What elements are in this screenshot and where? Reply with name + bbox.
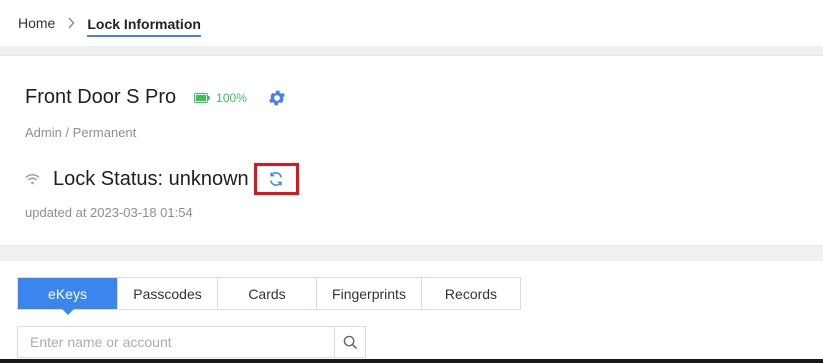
battery-icon: [194, 92, 210, 103]
battery-level: 100%: [216, 90, 247, 105]
tab-bar: eKeys Passcodes Cards Fingerprints Recor…: [17, 277, 521, 315]
tab-passcodes[interactable]: Passcodes: [118, 278, 218, 309]
tab-cards[interactable]: Cards: [218, 278, 317, 309]
lock-name: Front Door S Pro: [25, 86, 177, 108]
tab-fingerprints[interactable]: Fingerprints: [317, 278, 422, 309]
tab-records[interactable]: Records: [422, 278, 520, 309]
chevron-right-icon: [67, 17, 75, 29]
breadcrumb: Home Lock Information: [0, 0, 823, 46]
refresh-status-button[interactable]: [253, 163, 299, 195]
refresh-icon: [270, 172, 283, 186]
wifi-icon: [25, 173, 40, 185]
lock-status-label: Lock Status: unknown: [53, 167, 249, 190]
search-box: [17, 326, 366, 358]
last-updated: updated at 2023-03-18 01:54: [25, 205, 193, 220]
search-input[interactable]: [18, 327, 334, 357]
breadcrumb-home-link[interactable]: Home: [18, 15, 55, 31]
search-icon: [343, 335, 357, 349]
battery-indicator: 100%: [194, 91, 247, 105]
breadcrumb-current: Lock Information: [87, 16, 201, 37]
tab-ekeys[interactable]: eKeys: [18, 278, 118, 315]
tabs-panel: eKeys Passcodes Cards Fingerprints Recor…: [0, 261, 823, 363]
gear-icon[interactable]: [267, 88, 287, 108]
bottom-edge: [0, 359, 823, 363]
search-button[interactable]: [334, 327, 365, 357]
lock-role: Admin / Permanent: [25, 125, 137, 140]
lock-title-row: Front Door S Pro 100%: [25, 86, 287, 109]
lock-status-row: Lock Status: unknown: [25, 163, 299, 195]
lock-info-card: Front Door S Pro 100% Admin / Permanent …: [0, 55, 823, 246]
